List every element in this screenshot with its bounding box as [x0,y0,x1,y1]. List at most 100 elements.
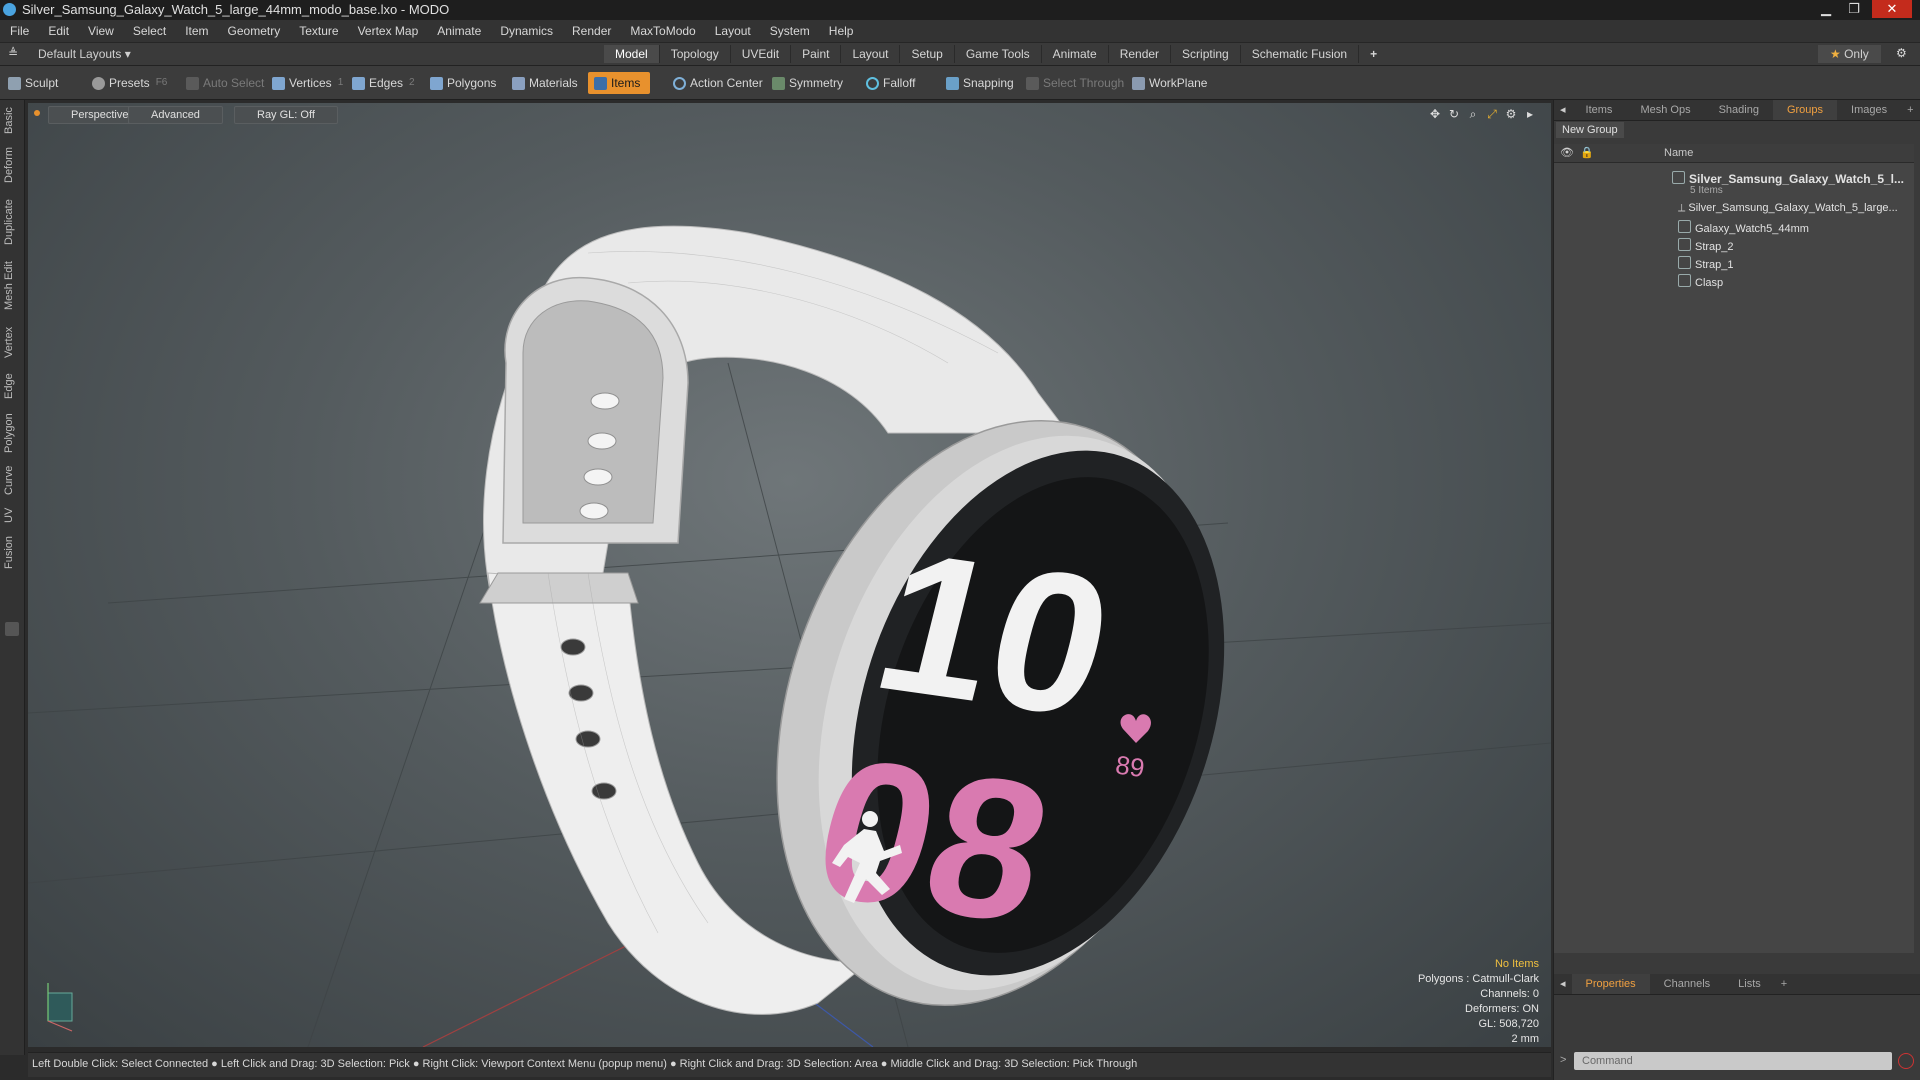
watch-model-render: 10 08 89 [28,225,1551,1047]
add-panel-tab-icon[interactable]: + [1901,100,1919,120]
vtab-basic[interactable]: Basic [3,106,21,136]
auto-select-icon [186,76,199,90]
vtab-fusion[interactable]: Fusion [3,532,21,572]
tab-lists[interactable]: Lists [1724,974,1775,994]
tab-properties[interactable]: Properties [1571,974,1650,994]
tab-schematic-fusion[interactable]: Schematic Fusion [1241,45,1360,63]
command-prompt-icon: > [1560,1054,1567,1066]
edges-button[interactable]: Edges 2 [352,72,415,94]
menu-file[interactable]: File [10,24,29,38]
default-layouts-dropdown[interactable]: Default Layouts ▾ [38,47,131,61]
command-record-icon[interactable] [1898,1053,1914,1069]
tab-render[interactable]: Render [1109,45,1172,63]
tree-item-content: Strap_1 [1678,256,1734,271]
presets-button[interactable]: Presets F6 [92,72,167,94]
tab-topology[interactable]: Topology [660,45,731,63]
menu-maxtomodo[interactable]: MaxToModo [630,24,695,38]
menu-select[interactable]: Select [133,24,166,38]
tree-item-content: Galaxy_Watch5_44mm [1678,220,1809,235]
sculpt-button[interactable]: Sculpt [8,72,58,94]
tree-item-content: Strap_2 [1678,238,1734,253]
menu-help[interactable]: Help [829,24,854,38]
minimize-icon[interactable]: ▁ [1812,0,1840,18]
x-axis-line [422,939,639,1047]
tab-groups[interactable]: Groups [1772,100,1838,120]
symmetry-icon [772,76,785,90]
visibility-eye-icon[interactable]: 👁 [1560,146,1574,159]
menu-dynamics[interactable]: Dynamics [500,24,553,38]
gear-icon[interactable]: ⚙ [1896,46,1907,60]
panel-toggle-icon[interactable] [5,622,19,636]
vertices-button[interactable]: Vertices 1 [272,72,343,94]
tab-images[interactable]: Images [1837,100,1901,120]
vtab-polygon[interactable]: Polygon [3,410,21,456]
panel-menu-icon[interactable]: ◂ [1554,100,1572,120]
restore-icon[interactable]: ❐ [1840,0,1868,18]
vtab-vertex[interactable]: Vertex [3,322,21,362]
tree-item-watch-body[interactable]: Galaxy_Watch5_44mm [1554,220,1914,238]
sculpt-label: Sculpt [25,76,59,90]
snapping-button[interactable]: Snapping [946,72,1014,94]
menu-layout[interactable]: Layout [715,24,751,38]
vtab-mesh-edit[interactable]: Mesh Edit [3,258,21,314]
tab-channels[interactable]: Channels [1650,974,1724,994]
title-bar: Silver_Samsung_Galaxy_Watch_5_large_44mm… [0,0,1920,20]
menu-texture[interactable]: Texture [299,24,338,38]
menu-vertex-map[interactable]: Vertex Map [358,24,419,38]
vtab-uv[interactable]: UV [3,504,21,526]
scale-info: 2 mm [1511,1033,1540,1045]
vtab-duplicate[interactable]: Duplicate [3,194,21,250]
lock-icon[interactable]: 🔒 [1580,146,1594,159]
properties-menu-icon[interactable]: ◂ [1554,974,1572,994]
items-button[interactable]: Items [588,72,651,94]
tab-setup[interactable]: Setup [900,45,955,63]
tab-model[interactable]: Model [604,45,660,63]
tab-mesh-ops[interactable]: Mesh Ops [1626,100,1704,120]
menu-view[interactable]: View [88,24,114,38]
group-count-row: 5 Items [1554,185,1914,203]
vtab-deform[interactable]: Deform [3,144,21,186]
groups-column-header: 👁 🔒 Name [1554,144,1914,163]
menu-edit[interactable]: Edit [48,24,69,38]
new-group-button[interactable]: New Group [1556,122,1624,138]
tree-item-scene-root[interactable]: ⟂ Silver_Samsung_Galaxy_Watch_5_large... [1554,202,1914,220]
workplane-label: WorkPlane [1149,76,1208,90]
tree-item-strap-2[interactable]: Strap_2 [1554,238,1914,256]
command-input[interactable]: Command [1574,1052,1892,1070]
materials-button[interactable]: Materials [512,72,578,94]
tab-game-tools[interactable]: Game Tools [955,45,1042,63]
panel-tabs: ◂ Items Mesh Ops Shading Groups Images + [1554,100,1920,121]
auto-select-button[interactable]: Auto Select [186,72,264,94]
tab-layout[interactable]: Layout [841,45,901,63]
tab-scripting[interactable]: Scripting [1171,45,1241,63]
add-tab-icon[interactable]: + [1359,45,1388,63]
symmetry-button[interactable]: Symmetry [772,72,843,94]
menu-system[interactable]: System [770,24,810,38]
menu-render[interactable]: Render [572,24,611,38]
close-icon[interactable]: ✕ [1872,0,1912,18]
tree-item-clasp[interactable]: Clasp [1554,274,1914,292]
presets-shortcut: F6 [155,77,168,88]
menu-geometry[interactable]: Geometry [228,24,281,38]
only-toggle[interactable]: ★ Only [1818,45,1881,63]
menu-animate[interactable]: Animate [437,24,481,38]
tab-paint[interactable]: Paint [791,45,842,63]
menu-item[interactable]: Item [185,24,208,38]
polygons-button[interactable]: Polygons [430,72,496,94]
vtab-edge[interactable]: Edge [3,370,21,402]
workplane-icon [1132,76,1145,90]
add-properties-tab-icon[interactable]: + [1775,974,1793,994]
action-center-button[interactable]: Action Center [673,72,763,94]
select-through-button[interactable]: Select Through [1026,72,1124,94]
vtab-curve[interactable]: Curve [3,462,21,498]
falloff-button[interactable]: Falloff [866,72,915,94]
3d-viewport[interactable]: Perspective Advanced Ray GL: Off ✥ ↻ ⌕ ⤢… [28,103,1551,1047]
default-layouts-label: Default Layouts [38,47,122,61]
tree-item-strap-1[interactable]: Strap_1 [1554,256,1914,274]
tab-uvedit[interactable]: UVEdit [731,45,792,63]
layout-menu-icon[interactable]: ≜ [8,46,18,60]
tab-animate[interactable]: Animate [1042,45,1109,63]
tab-items[interactable]: Items [1572,100,1627,120]
workplane-button[interactable]: WorkPlane [1132,72,1207,94]
tab-shading[interactable]: Shading [1705,100,1773,120]
